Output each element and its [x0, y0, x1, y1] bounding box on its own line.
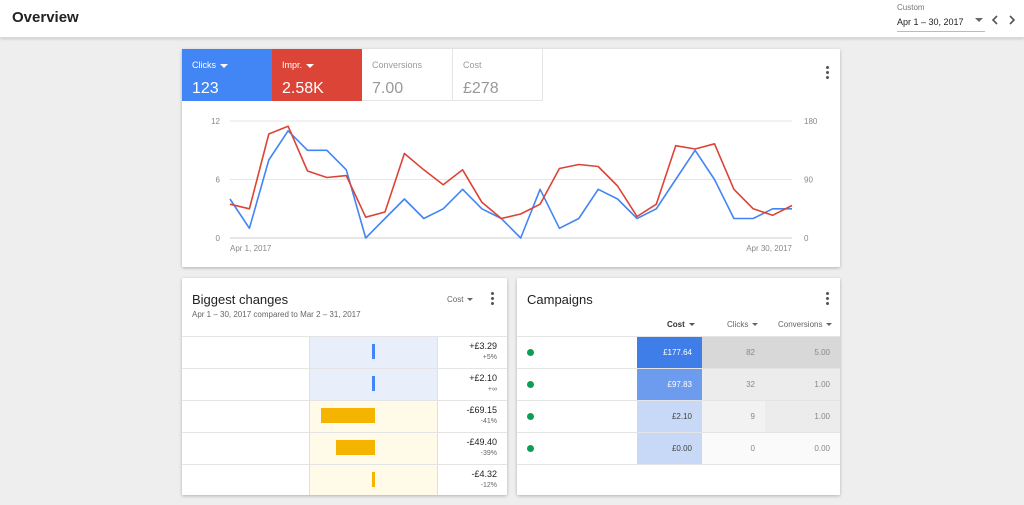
cell-clicks: 9 [702, 401, 765, 432]
y-left-tick-label: 6 [216, 176, 221, 185]
cell-clicks: 0 [702, 433, 765, 464]
date-range-picker: Custom Apr 1 – 30, 2017 [897, 3, 985, 32]
biggest-changes-title: Biggest changes [192, 292, 289, 307]
metric-label: Cost [463, 60, 482, 70]
metric-value: 7.00 [372, 80, 404, 97]
cell-conversions: 0.00 [765, 433, 840, 464]
change-bar [336, 440, 375, 455]
cell-clicks: 32 [702, 369, 765, 400]
metric-value: 2.58K [282, 80, 324, 97]
campaigns-more-icon[interactable] [822, 292, 832, 306]
caret-down-icon [220, 63, 228, 68]
y-left-tick-label: 0 [216, 234, 221, 243]
metric-cost[interactable]: Cost £278 [453, 49, 543, 101]
trend-chart: 12 180 6 90 0 0 Apr 1, 2017 Apr 30, 2017 [211, 117, 818, 253]
change-value: -£4.32 [471, 469, 497, 479]
cell-cost: £2.10 [637, 401, 702, 432]
chart-grid [230, 120, 792, 239]
status-dot [527, 445, 534, 452]
caret-down-icon [826, 323, 833, 327]
y-left-tick-label: 12 [211, 117, 220, 126]
caret-down-icon [306, 63, 315, 68]
metric-conversions[interactable]: Conversions 7.00 [362, 49, 453, 101]
table-row[interactable]: £2.10 9 1.00 [517, 401, 840, 432]
column-header-conversions[interactable]: Conversions [778, 320, 833, 329]
change-percent: -41% [480, 418, 497, 425]
cell-cost: £177.64 [637, 337, 702, 368]
overview-card: Clicks 123 Impr. 2.58K Conversions 7.00 … [182, 49, 840, 267]
chevron-down-icon [975, 18, 983, 22]
biggest-changes-metric-select[interactable]: Cost [447, 295, 474, 304]
cell-conversions: 1.00 [765, 401, 840, 432]
metric-value: 123 [192, 80, 219, 97]
metric-clicks[interactable]: Clicks 123 [182, 49, 272, 101]
chevron-left-icon[interactable] [988, 13, 1002, 27]
campaigns-table: £177.64 82 5.00 £97.83 32 1.00 £2.10 9 1.00 £0.00… [517, 336, 840, 465]
column-header-clicks[interactable]: Clicks [727, 320, 759, 329]
cell-conversions: 5.00 [765, 337, 840, 368]
biggest-changes-subtitle: Apr 1 – 30, 2017 compared to Mar 2 – 31,… [192, 310, 361, 319]
top-bar: Overview Custom Apr 1 – 30, 2017 [0, 0, 1024, 38]
chevron-right-icon[interactable] [1005, 13, 1019, 27]
change-value: -£69.15 [466, 405, 497, 415]
campaigns-card: Campaigns Cost Clicks Conversions £177.6… [517, 278, 840, 495]
metric-value: £278 [463, 80, 499, 97]
row-divider [182, 464, 507, 465]
change-percent: -12% [480, 482, 497, 489]
change-bar [372, 344, 375, 359]
impressions-series-line [229, 125, 793, 220]
caret-down-icon [752, 323, 759, 327]
change-value: +£3.29 [469, 341, 497, 351]
column-divider [437, 336, 438, 495]
date-range-select[interactable]: Apr 1 – 30, 2017 [897, 15, 985, 32]
page-title: Overview [12, 9, 79, 26]
change-bar [372, 376, 375, 391]
chart-series [229, 125, 793, 239]
cell-conversions: 1.00 [765, 369, 840, 400]
y-right-tick-label: 0 [804, 234, 809, 243]
change-percent: -39% [480, 450, 497, 457]
y-right-tick-label: 90 [804, 176, 813, 185]
cell-clicks: 82 [702, 337, 765, 368]
cell-cost: £0.00 [637, 433, 702, 464]
x-tick-label: Apr 1, 2017 [230, 244, 272, 253]
change-percent: +∞ [487, 386, 497, 393]
metric-label: Impr. [282, 60, 303, 70]
caret-down-icon [467, 298, 474, 302]
campaigns-title: Campaigns [527, 292, 593, 307]
table-row[interactable]: £97.83 32 1.00 [517, 369, 840, 400]
status-dot [527, 381, 534, 388]
change-bar [371, 472, 375, 487]
change-percent: +5% [482, 354, 497, 361]
row-divider [182, 432, 507, 433]
metric-select-value: Cost [447, 295, 464, 304]
row-divider [182, 400, 507, 401]
row-divider [517, 464, 840, 465]
change-value: +£2.10 [469, 373, 497, 383]
overview-more-icon[interactable] [822, 66, 832, 80]
clicks-series-line [229, 129, 792, 239]
table-row[interactable]: £0.00 0 0.00 [517, 433, 840, 464]
date-range-value: Apr 1 – 30, 2017 [897, 17, 964, 27]
metric-label: Clicks [192, 60, 216, 70]
column-divider [309, 336, 310, 495]
date-range-caption: Custom [897, 3, 925, 12]
row-divider [182, 336, 507, 337]
row-divider [182, 368, 507, 369]
biggest-changes-more-icon[interactable] [487, 292, 497, 306]
x-tick-label: Apr 30, 2017 [746, 244, 792, 253]
status-dot [527, 413, 534, 420]
change-value: -£49.40 [466, 437, 497, 447]
y-right-tick-label: 180 [804, 117, 818, 126]
change-bar [320, 408, 375, 423]
status-dot [527, 349, 534, 356]
metric-impressions[interactable]: Impr. 2.58K [272, 49, 362, 101]
column-header-cost[interactable]: Cost [667, 320, 695, 329]
table-row[interactable]: £177.64 82 5.00 [517, 337, 840, 368]
metric-label: Conversions [372, 60, 423, 70]
cell-cost: £97.83 [637, 369, 702, 400]
biggest-changes-card: Biggest changes Apr 1 – 30, 2017 compare… [182, 278, 507, 495]
caret-down-icon [688, 323, 695, 327]
changes-list: +£3.29 +5% +£2.10 +∞ -£69.15 -41% -£49.40 -39% -… [182, 336, 507, 495]
